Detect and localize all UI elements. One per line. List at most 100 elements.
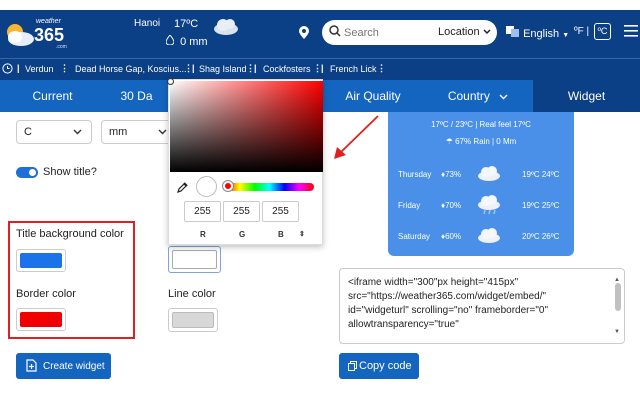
red-label: R	[200, 230, 206, 239]
line-color-label: Line color	[168, 288, 216, 300]
forecast-temp: 19ºC 25ºC	[522, 201, 560, 210]
title-text-color-swatch	[172, 250, 217, 269]
rain-cloud-icon	[478, 195, 500, 215]
separator: |	[321, 63, 324, 73]
site-logo[interactable]: weather 365 .com	[2, 18, 72, 52]
tab-current[interactable]: Current	[0, 80, 105, 112]
arrow-annotation-icon	[334, 115, 379, 159]
current-city[interactable]: Hanoi	[134, 18, 160, 29]
scroll-down-icon[interactable]: ▼	[614, 325, 620, 339]
location-select-label: Location	[438, 26, 480, 38]
saturation-value-area[interactable]	[167, 78, 323, 172]
forecast-rain-value: 73%	[445, 170, 462, 179]
location-item[interactable]: Dead Horse Gap, Koscius...	[75, 64, 187, 74]
copy-code-label: Copy code	[359, 360, 412, 372]
eyedropper-icon[interactable]	[177, 182, 188, 193]
hue-slider[interactable]	[223, 181, 314, 191]
add-file-icon	[26, 359, 37, 372]
forecast-rain-value: 70%	[445, 201, 462, 210]
forecast-rain: ♦73%	[441, 170, 461, 179]
widget-preview: 17ºC / 23ºC | Real feel 17ºC ☂ 67% Rain …	[388, 112, 574, 256]
umbrella-icon: ☂	[445, 137, 453, 146]
tab-country[interactable]: Country	[423, 80, 533, 112]
chevron-down-icon	[499, 94, 508, 100]
copy-icon	[348, 361, 357, 371]
location-item[interactable]: Cockfosters	[263, 64, 311, 74]
title-text-color-picker[interactable]	[168, 246, 221, 273]
search-input[interactable]	[344, 24, 424, 41]
forecast-day: Friday	[398, 201, 421, 210]
search-box: Location	[322, 20, 497, 45]
code-line: id="widgeturl" scrolling="no" frameborde…	[348, 305, 549, 316]
translate-icon	[506, 26, 519, 37]
cloud-icon	[214, 19, 238, 35]
title-bg-color-picker[interactable]	[16, 249, 66, 272]
current-rain: 0 mm	[165, 34, 208, 48]
location-pin-icon[interactable]	[299, 26, 309, 39]
unit-celsius[interactable]: ºC	[594, 23, 611, 40]
current-rain-value: 0 mm	[180, 36, 208, 48]
language-select[interactable]: English ▼	[506, 26, 569, 40]
location-item[interactable]: Shag Island	[199, 64, 247, 74]
create-widget-label: Create widget	[43, 361, 105, 372]
current-temp: 17ºC	[174, 18, 199, 30]
cloud-icon	[478, 228, 500, 243]
chevron-down-icon	[73, 121, 82, 143]
forecast-temp: 19ºC 24ºC	[522, 170, 560, 179]
logo-small-text: weather	[36, 18, 61, 25]
more-dots-icon[interactable]: ⋮	[60, 63, 69, 74]
tab-widget[interactable]: Widget	[533, 80, 640, 112]
code-line: src="https://weather365.com/widget/embed…	[348, 291, 547, 302]
red-input[interactable]: 255	[184, 201, 221, 222]
green-label: G	[239, 230, 246, 239]
logo-domain: .com	[56, 44, 67, 50]
forecast-temp: 20ºC 26ºC	[522, 232, 560, 241]
show-title-toggle[interactable]	[16, 167, 38, 178]
code-line: <iframe width="300"px height="415px"	[348, 277, 519, 288]
scrollbar-thumb[interactable]	[615, 283, 621, 311]
chevron-down-icon	[483, 29, 491, 35]
forecast-row: Thursday ♦73% 19ºC 24ºC	[388, 164, 574, 184]
more-dots-icon[interactable]: ⋮	[377, 63, 386, 74]
separator: |	[254, 63, 257, 73]
green-input[interactable]: 255	[223, 201, 260, 222]
search-icon[interactable]	[329, 25, 341, 37]
border-color-picker[interactable]	[16, 308, 66, 331]
format-toggle-icon[interactable]: ⇕	[299, 230, 305, 238]
separator: |	[17, 63, 20, 73]
temperature-unit-value: C	[24, 126, 32, 138]
border-color-label: Border color	[16, 288, 76, 300]
temperature-unit-select[interactable]: C	[16, 120, 92, 144]
recent-locations-bar: | Verdun ⋮ Dead Horse Gap, Koscius... ⋮ …	[0, 58, 640, 80]
hamburger-menu-icon[interactable]	[624, 25, 638, 37]
widget-summary-rain: ☂ 67% Rain | 0 Mm	[388, 137, 574, 146]
code-scrollbar[interactable]: ▲ ▼	[614, 273, 622, 339]
chevron-down-icon	[158, 121, 167, 143]
caret-down-icon: ▼	[562, 32, 570, 39]
toggle-knob	[29, 169, 36, 176]
tab-30-day[interactable]: 30 Da	[105, 80, 168, 112]
location-item[interactable]: French Lick	[330, 64, 377, 74]
title-bg-color-label: Title background color	[16, 228, 124, 240]
copy-code-button[interactable]: Copy code	[339, 353, 419, 379]
hue-slider-handle[interactable]	[223, 181, 233, 191]
rain-unit-select[interactable]: mm	[101, 120, 177, 144]
cloud-icon	[478, 166, 500, 181]
saturation-handle[interactable]	[167, 78, 174, 85]
line-color-picker[interactable]	[168, 308, 218, 332]
language-label: English	[523, 28, 560, 40]
forecast-rain: ♦60%	[441, 232, 461, 241]
blue-input[interactable]: 255	[262, 201, 299, 222]
forecast-row: Saturday ♦60% 20ºC 26ºC	[388, 226, 574, 246]
tab-air-quality[interactable]: Air Quality	[323, 80, 423, 112]
blue-label: B	[278, 230, 284, 239]
clock-icon	[2, 63, 13, 74]
separator: |	[192, 63, 195, 73]
location-select[interactable]: Location	[438, 26, 491, 38]
widget-summary-rain-text: 67% Rain | 0 Mm	[455, 137, 517, 146]
location-item[interactable]: Verdun	[25, 64, 54, 74]
tab-country-label: Country	[447, 89, 490, 103]
embed-code-textarea[interactable]: <iframe width="300"px height="415px" src…	[339, 268, 625, 344]
create-widget-button[interactable]: Create widget	[16, 353, 111, 379]
unit-fahrenheit[interactable]: ºF |	[574, 26, 589, 37]
